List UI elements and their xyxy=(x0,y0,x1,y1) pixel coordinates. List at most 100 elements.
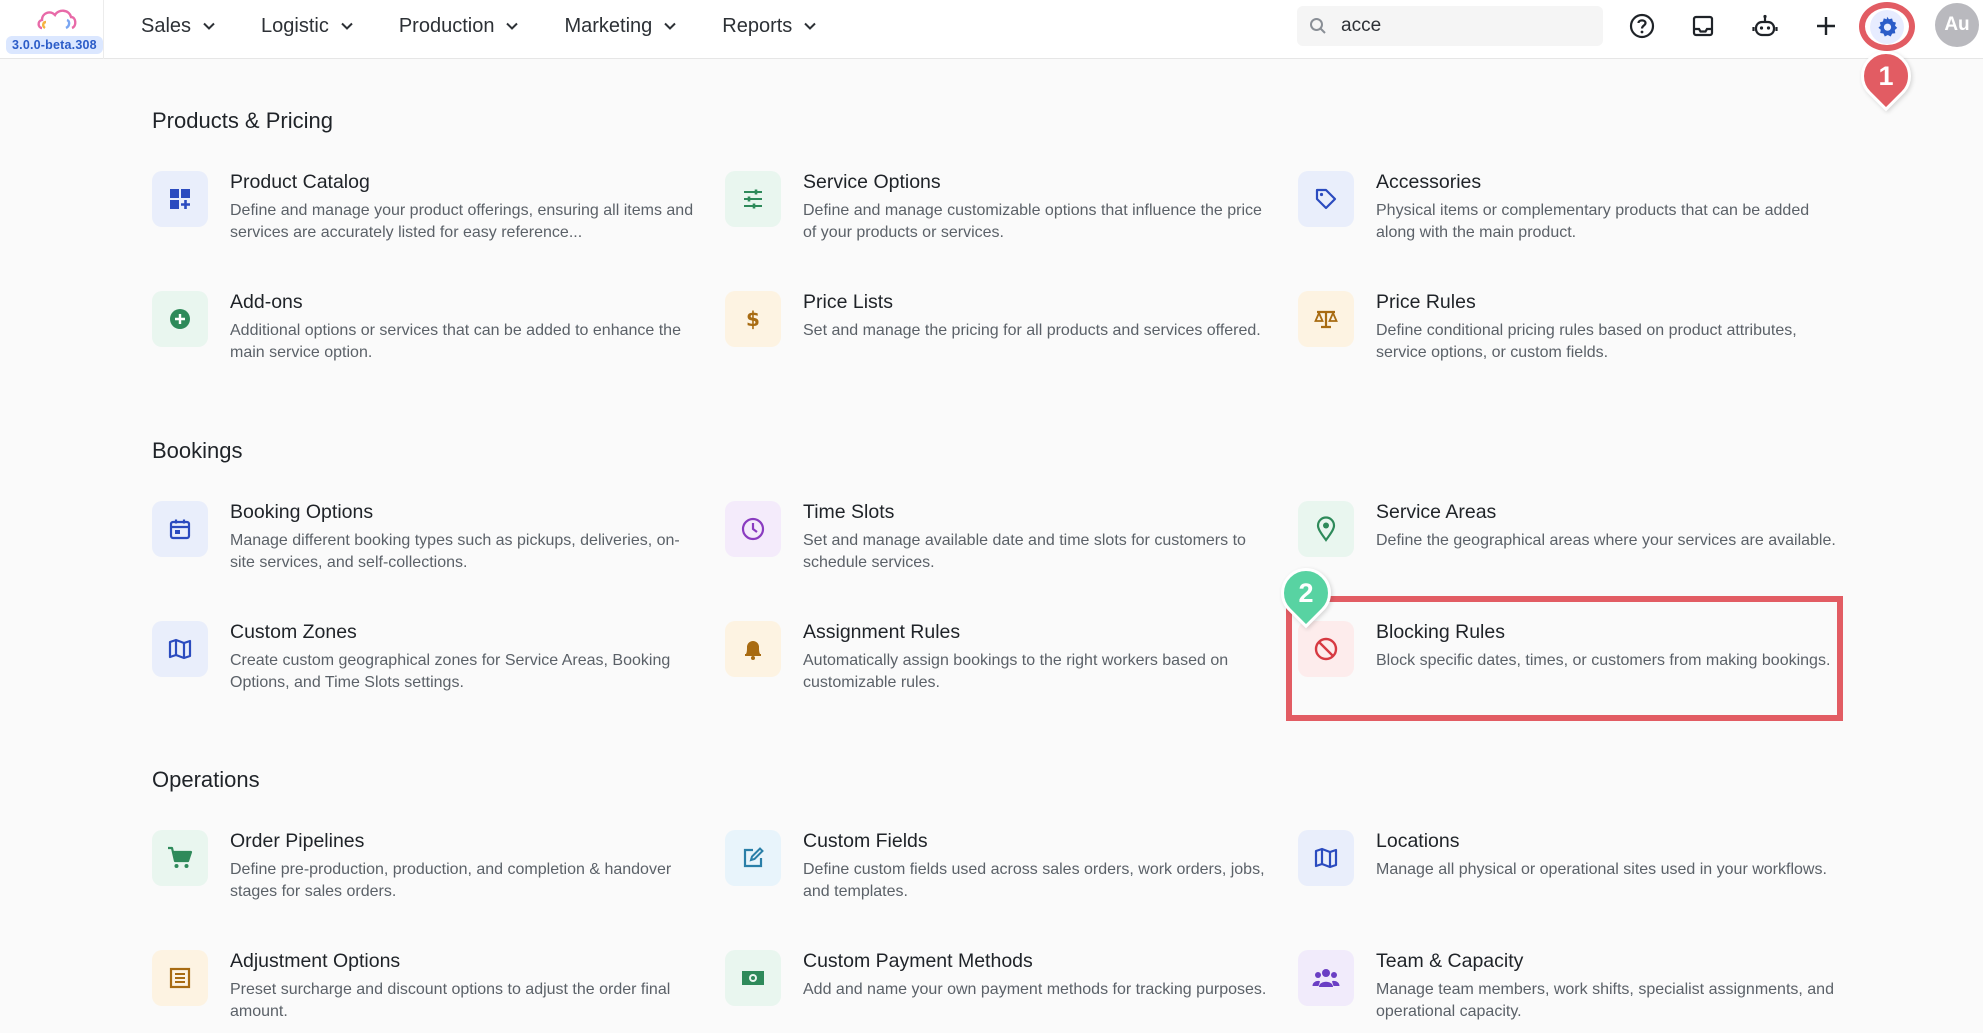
card-title: Custom Zones xyxy=(230,621,357,643)
card-description: Automatically assign bookings to the rig… xyxy=(803,652,1229,691)
card-product-catalog[interactable]: Product Catalog Define and manage your p… xyxy=(152,171,712,251)
card-description: Define pre-production, production, and c… xyxy=(230,861,672,900)
nav-label: Marketing xyxy=(564,14,653,37)
card-title: Team & Capacity xyxy=(1376,950,1524,972)
step-number: 2 xyxy=(1298,577,1314,608)
card-title: Price Rules xyxy=(1376,291,1476,313)
card-description: Additional options or services that can … xyxy=(230,322,681,361)
card-title: Booking Options xyxy=(230,501,374,523)
card-description: Set and manage available date and time s… xyxy=(803,532,1246,571)
card-title: Time Slots xyxy=(803,501,895,523)
svg-text:$: $ xyxy=(746,307,760,331)
nav-label: Reports xyxy=(722,14,793,37)
card-price-lists[interactable]: $ Price Lists Set and manage the pricing… xyxy=(725,291,1285,371)
card-description: Create custom geographical zones for Ser… xyxy=(230,652,671,691)
plus-circle-icon xyxy=(152,291,208,347)
calendar-icon xyxy=(152,501,208,557)
card-description: Define and manage customizable options t… xyxy=(803,202,1262,241)
cloud-logo-icon xyxy=(37,9,77,30)
card-description: Define the geographical areas where your… xyxy=(1376,532,1836,549)
card-service-options[interactable]: Service Options Define and manage custom… xyxy=(725,171,1285,251)
card-custom-zones[interactable]: Custom Zones Create custom geographical … xyxy=(152,621,712,701)
robot-icon[interactable] xyxy=(1750,11,1780,41)
card-locations[interactable]: Locations Manage all physical or operati… xyxy=(1298,830,1858,910)
map-icon xyxy=(152,621,208,677)
search-input[interactable] xyxy=(1341,15,1571,37)
chevron-down-icon xyxy=(341,22,353,30)
edit-icon xyxy=(725,830,781,886)
card-description: Define conditional pricing rules based o… xyxy=(1376,322,1797,361)
card-description: Add and name your own payment methods fo… xyxy=(803,981,1267,998)
card-title: Accessories xyxy=(1376,171,1482,193)
clock-icon xyxy=(725,501,781,557)
card-title: Order Pipelines xyxy=(230,830,365,852)
card-booking-options[interactable]: Booking Options Manage different booking… xyxy=(152,501,712,581)
map-pin-icon xyxy=(1298,501,1354,557)
cart-icon xyxy=(152,830,208,886)
card-assignment-rules[interactable]: Assignment Rules Automatically assign bo… xyxy=(725,621,1285,701)
card-title: Product Catalog xyxy=(230,171,370,193)
tag-icon xyxy=(1298,171,1354,227)
card-accessories[interactable]: Accessories Physical items or complement… xyxy=(1298,171,1858,251)
nav-sales[interactable]: Sales xyxy=(141,15,215,38)
card-description: Define and manage your product offerings… xyxy=(230,202,694,241)
nav-reports[interactable]: Reports xyxy=(722,14,817,38)
logo-area[interactable]: 3.0.0-beta.308 xyxy=(0,0,104,59)
card-service-areas[interactable]: Service Areas Define the geographical ar… xyxy=(1298,501,1858,581)
card-adjustment-options[interactable]: Adjustment Options Preset surcharge and … xyxy=(152,950,712,1030)
version-badge: 3.0.0-beta.308 xyxy=(6,36,103,54)
card-title: Service Areas xyxy=(1376,501,1497,523)
card-title: Locations xyxy=(1376,830,1460,852)
card-description: Preset surcharge and discount options to… xyxy=(230,981,671,1020)
section-title-bookings: Bookings xyxy=(152,438,243,463)
card-custom-payment-methods[interactable]: Custom Payment Methods Add and name your… xyxy=(725,950,1285,1030)
nav-production[interactable]: Production xyxy=(399,15,519,38)
card-title: Assignment Rules xyxy=(803,621,961,643)
section-title-operations: Operations xyxy=(152,767,260,792)
card-title: Custom Fields xyxy=(803,830,928,852)
user-avatar[interactable]: Au xyxy=(1935,3,1979,47)
section-title-products: Products & Pricing xyxy=(152,108,333,133)
sliders-icon xyxy=(725,171,781,227)
chevron-down-icon xyxy=(506,22,519,30)
card-title: Price Lists xyxy=(803,291,893,313)
card-team-capacity[interactable]: Team & Capacity Manage team members, wor… xyxy=(1298,950,1858,1030)
highlight-box xyxy=(1286,596,1843,721)
card-description: Define custom fields used across sales o… xyxy=(803,861,1265,900)
chevron-down-icon xyxy=(664,22,676,30)
card-description: Physical items or complementary products… xyxy=(1376,202,1810,241)
card-order-pipelines[interactable]: Order Pipelines Define pre-production, p… xyxy=(152,830,712,910)
chevron-down-icon xyxy=(804,22,817,30)
gear-icon xyxy=(1870,9,1904,44)
nav-marketing[interactable]: Marketing xyxy=(564,15,676,38)
card-price-rules[interactable]: Price Rules Define conditional pricing r… xyxy=(1298,291,1858,371)
card-title: Add-ons xyxy=(230,291,303,313)
nav-label: Production xyxy=(398,14,495,37)
card-custom-fields[interactable]: Custom Fields Define custom fields used … xyxy=(725,830,1285,910)
chevron-down-icon xyxy=(203,22,215,30)
help-icon[interactable] xyxy=(1627,11,1657,41)
settings-button[interactable] xyxy=(1859,2,1915,51)
map-icon xyxy=(1298,830,1354,886)
search-box[interactable] xyxy=(1297,6,1603,46)
nav-logistic[interactable]: Logistic xyxy=(261,15,353,38)
nav-label: Logistic xyxy=(261,14,329,37)
add-icon[interactable] xyxy=(1811,11,1841,41)
inbox-icon[interactable] xyxy=(1688,11,1718,41)
step-number: 1 xyxy=(1878,60,1894,91)
card-title: Service Options xyxy=(803,171,941,193)
dollar-icon: $ xyxy=(725,291,781,347)
search-icon xyxy=(1310,18,1326,34)
nav-label: Sales xyxy=(141,14,192,37)
card-description: Set and manage the pricing for all produ… xyxy=(803,322,1261,339)
scale-icon xyxy=(1298,291,1354,347)
card-description: Manage all physical or operational sites… xyxy=(1376,861,1827,878)
card-description: Manage team members, work shifts, specia… xyxy=(1376,981,1834,1020)
dashboard-add-icon xyxy=(152,171,208,227)
card-time-slots[interactable]: Time Slots Set and manage available date… xyxy=(725,501,1285,581)
card-description: Manage different booking types such as p… xyxy=(230,532,680,571)
card-title: Adjustment Options xyxy=(230,950,401,972)
bell-icon xyxy=(725,621,781,677)
card-add-ons[interactable]: Add-ons Additional options or services t… xyxy=(152,291,712,371)
main-nav: Sales Logistic Production Marketing Repo… xyxy=(141,0,862,52)
